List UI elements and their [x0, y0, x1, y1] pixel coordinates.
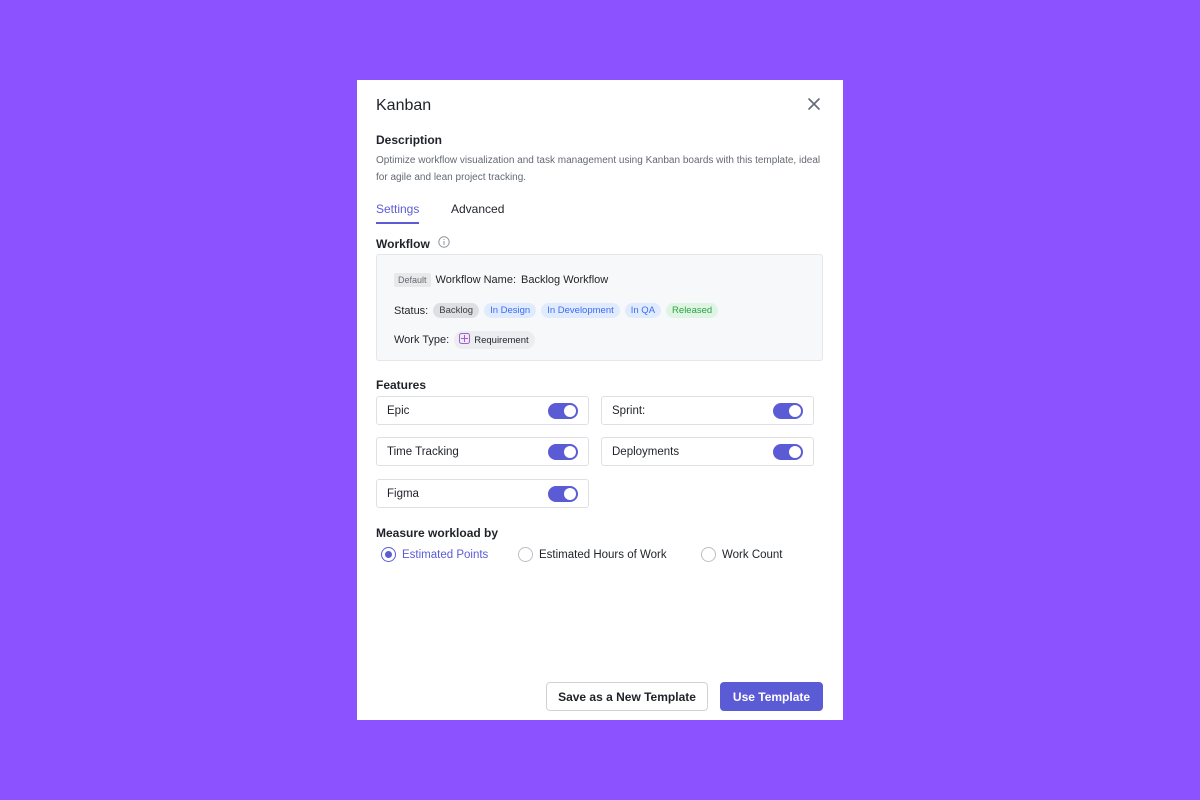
work-type-tag: Requirement: [454, 331, 535, 349]
figma-toggle[interactable]: [548, 485, 578, 502]
radio-estimated-hours[interactable]: Estimated Hours of Work: [518, 547, 667, 562]
requirement-icon: [459, 333, 471, 347]
description-text: Optimize workflow visualization and task…: [376, 155, 821, 183]
workflow-heading-label: Workflow: [376, 237, 430, 251]
deployments-toggle[interactable]: [773, 443, 803, 460]
radio-label: Estimated Points: [402, 548, 489, 561]
radio-circle[interactable]: [381, 547, 396, 562]
radio-circle[interactable]: [518, 547, 533, 562]
feature-figma: Figma: [376, 479, 589, 508]
radio-label: Estimated Hours of Work: [539, 548, 667, 561]
feature-label: Figma: [387, 487, 419, 500]
info-icon[interactable]: [438, 236, 450, 251]
save-as-template-button[interactable]: Save as a New Template: [546, 682, 708, 711]
feature-sprint: Sprint:: [601, 396, 814, 425]
workflow-heading: Workflow: [376, 236, 450, 251]
radio-estimated-points[interactable]: Estimated Points: [381, 547, 488, 562]
workflow-name-value: Backlog Workflow: [521, 274, 609, 286]
workload-heading: Measure workload by: [376, 526, 499, 540]
sprint-toggle[interactable]: [773, 402, 803, 419]
time-tracking-toggle[interactable]: [548, 443, 578, 460]
work-type-row: Work Type: Requirement: [394, 331, 535, 349]
use-template-button[interactable]: Use Template: [720, 682, 823, 711]
workflow-name-label: Workflow Name:: [435, 274, 517, 286]
status-tag-in-development: In Development: [541, 303, 620, 318]
epic-toggle[interactable]: [548, 402, 578, 419]
status-label: Status:: [394, 304, 429, 317]
workload-radio-group: Estimated Points Estimated Hours of Work…: [381, 547, 821, 565]
feature-label: Deployments: [612, 445, 680, 458]
status-tag-in-design: In Design: [484, 303, 537, 318]
status-tag-backlog: Backlog: [433, 303, 480, 318]
tab-settings[interactable]: Settings: [376, 202, 420, 224]
work-type-value: Requirement: [474, 334, 529, 346]
work-type-label: Work Type:: [394, 334, 450, 346]
feature-time-tracking: Time Tracking: [376, 437, 589, 466]
workflow-card[interactable]: Default Workflow Name: Backlog Workflow …: [376, 254, 823, 361]
feature-epic: Epic: [376, 396, 589, 425]
radio-label: Work Count: [722, 548, 783, 561]
default-badge: Default: [394, 273, 431, 287]
description-heading: Description: [376, 133, 443, 147]
feature-label: Time Tracking: [387, 445, 459, 458]
tab-bar: Settings Advanced: [376, 202, 576, 226]
close-icon[interactable]: [806, 96, 822, 112]
workflow-status-row: Status: Backlog In Design In Development…: [394, 303, 723, 318]
feature-label: Epic: [387, 404, 410, 417]
status-tag-in-qa: In QA: [624, 303, 662, 318]
feature-deployments: Deployments: [601, 437, 814, 466]
feature-label: Sprint:: [612, 404, 646, 417]
status-tag-released: Released: [666, 303, 719, 318]
template-modal: Kanban Description Optimize workflow vis…: [357, 80, 843, 720]
features-heading: Features: [376, 378, 427, 392]
radio-work-count[interactable]: Work Count: [701, 547, 783, 562]
tab-advanced[interactable]: Advanced: [451, 202, 504, 222]
modal-title: Kanban: [376, 97, 432, 114]
workflow-name-row: Default Workflow Name: Backlog Workflow: [394, 273, 608, 287]
radio-circle[interactable]: [701, 547, 716, 562]
